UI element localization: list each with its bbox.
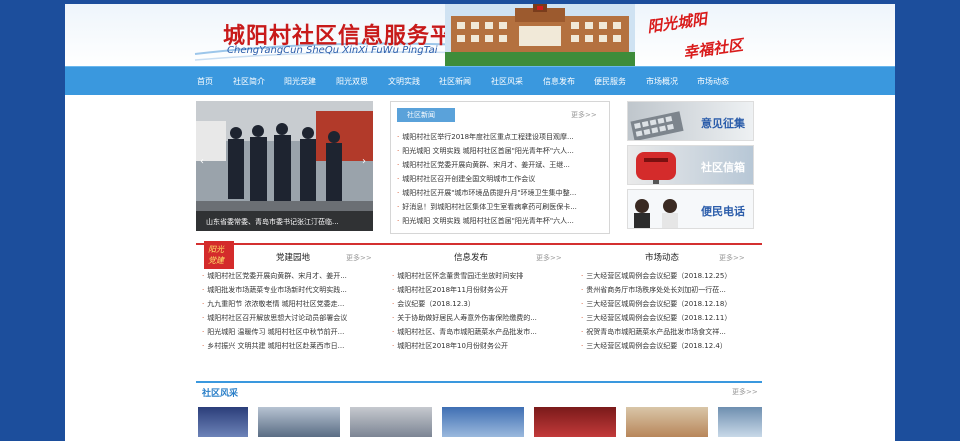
opinion-collection-label: 意见征集 bbox=[701, 117, 745, 130]
three-column-section: 阳光 党建 党建园地 更多>> 城阳村社区党委开展向黄群、宋月才、姜开... 城… bbox=[196, 241, 762, 365]
scenery-divider bbox=[196, 381, 762, 383]
list-item[interactable]: 城阳村社区2018年11月份财务公开 bbox=[392, 285, 568, 299]
slogan-line-1: 阳光城阳 bbox=[646, 9, 709, 37]
list-item[interactable]: 城阳批发市场蔬菜专业市场新时代文明实践... bbox=[202, 285, 377, 299]
list-item[interactable]: 城阳村社区党委开展向黄群、宋月才、姜开斌、王继... bbox=[397, 160, 602, 174]
list-item[interactable]: 三大经营区城周例会会议纪要（2018.12.25） bbox=[581, 271, 761, 285]
nav-item-community-style[interactable]: 社区风采 bbox=[491, 76, 523, 87]
info-column: 信息发布 更多>> 城阳村社区怀念董贵雪园迁坐放时间安排 城阳村社区2018年1… bbox=[388, 245, 574, 365]
list-item[interactable]: 三大经营区城周例会会议纪要（2018.12.4） bbox=[581, 341, 761, 355]
opinion-collection-link[interactable]: 意见征集 bbox=[627, 101, 754, 141]
news-more-link[interactable]: 更多>> bbox=[571, 110, 597, 120]
list-item[interactable]: 三大经营区城周例会会议纪要（2018.12.18） bbox=[581, 299, 761, 313]
list-item[interactable]: 阳光城阳 温暖传习 城阳村社区中秋节前开... bbox=[202, 327, 377, 341]
operator-icon bbox=[634, 199, 678, 228]
news-list: 城阳村社区举行2018年度社区重点工程建设项目观摩... 阳光城阳 文明实践 城… bbox=[397, 132, 602, 230]
scenery-thumbnail[interactable] bbox=[350, 407, 432, 437]
nav-item-community-news[interactable]: 社区新闻 bbox=[439, 76, 471, 87]
list-item[interactable]: 城阳村社区召开创建全国文明城市工作会议 bbox=[397, 174, 602, 188]
list-item[interactable]: 阳光城阳 文明实践 城阳村社区首届"阳光青年杯"六人... bbox=[397, 146, 602, 160]
building-image bbox=[445, 4, 635, 66]
slogan: 阳光城阳 幸福社区 bbox=[646, 10, 777, 64]
market-list: 三大经营区城周例会会议纪要（2018.12.25） 贵州省商务厅市场秩序处处长刘… bbox=[581, 271, 761, 355]
market-column-title: 市场动态 bbox=[645, 253, 680, 263]
list-item[interactable]: 城阳村社区、青岛市城阳蔬菜水产品批发市... bbox=[392, 327, 568, 341]
nav-item-market-overview[interactable]: 市场概况 bbox=[646, 76, 678, 87]
list-item[interactable]: 祝贺青岛市城阳蔬菜水产品批发市场食文祥... bbox=[581, 327, 761, 341]
nav-item-convenience[interactable]: 便民服务 bbox=[594, 76, 626, 87]
list-item[interactable]: 城阳村社区党委开展向黄群、宋月才、姜开... bbox=[202, 271, 377, 285]
list-item[interactable]: 城阳村社区开展"城市环境品质提升月"环境卫生集中整... bbox=[397, 188, 602, 202]
party-column-title: 党建园地 bbox=[276, 253, 311, 263]
party-more-link[interactable]: 更多>> bbox=[346, 253, 372, 263]
main-nav: 首页 社区简介 阳光党建 阳光双思 文明实践 社区新闻 社区风采 信息发布 便民… bbox=[65, 66, 895, 95]
nav-item-home[interactable]: 首页 bbox=[197, 76, 213, 87]
service-phone-label: 便民电话 bbox=[701, 205, 745, 218]
info-more-link[interactable]: 更多>> bbox=[536, 253, 562, 263]
site-banner: 城阳村社区信息服务平台 ChengYangCun SheQu XinXi FuW… bbox=[65, 4, 895, 66]
info-column-title: 信息发布 bbox=[454, 253, 489, 263]
scenery-thumbnail[interactable] bbox=[626, 407, 708, 437]
list-item[interactable]: 关于协助做好居民人寿意外伤害保险缴费的... bbox=[392, 313, 568, 327]
party-list: 城阳村社区党委开展向黄群、宋月才、姜开... 城阳批发市场蔬菜专业市场新时代文明… bbox=[202, 271, 377, 355]
scenery-title: 社区风采 bbox=[202, 389, 239, 399]
list-item[interactable]: 九九重阳节 浓浓敬老情 城阳村社区党委走... bbox=[202, 299, 377, 313]
scenery-thumbnail[interactable] bbox=[198, 407, 248, 437]
community-mailbox-link[interactable]: 社区信箱 bbox=[627, 145, 754, 185]
market-more-link[interactable]: 更多>> bbox=[719, 253, 745, 263]
list-item[interactable]: 三大经营区城周例会会议纪要（2018.12.11） bbox=[581, 313, 761, 327]
market-column: 市场动态 更多>> 三大经营区城周例会会议纪要（2018.12.25） 贵州省商… bbox=[579, 245, 762, 365]
community-mailbox-label: 社区信箱 bbox=[701, 161, 745, 174]
scenery-thumbnail[interactable] bbox=[442, 407, 524, 437]
news-box: 社区新闻 更多>> 城阳村社区举行2018年度社区重点工程建设项目观摩... 阳… bbox=[390, 101, 610, 234]
info-list: 城阳村社区怀念董贵雪园迁坐放时间安排 城阳村社区2018年11月份财务公开 会议… bbox=[392, 271, 568, 355]
list-item[interactable]: 贵州省商务厅市场秩序处处长刘加初一行莅... bbox=[581, 285, 761, 299]
community-scenery-section: 社区风采 更多>> bbox=[196, 381, 762, 441]
slider-prev-arrow[interactable]: ‹ bbox=[200, 156, 204, 167]
slider-next-arrow[interactable]: › bbox=[362, 156, 366, 167]
nav-item-community-intro[interactable]: 社区简介 bbox=[233, 76, 265, 87]
main-content: ‹ › 山东省委常委、青岛市委书记张江汀莅临... 社区新闻 更多>> 城阳村社… bbox=[196, 99, 762, 441]
scenery-thumbnail[interactable] bbox=[258, 407, 340, 437]
list-item[interactable]: 阳光城阳 文明实践 城阳村社区首届"阳光青年杯"六人... bbox=[397, 216, 602, 230]
party-badge: 阳光 党建 bbox=[204, 241, 234, 269]
nav-item-civilized-practice[interactable]: 文明实践 bbox=[388, 76, 420, 87]
list-item[interactable]: 会议纪要（2018.12.3） bbox=[392, 299, 568, 313]
list-item[interactable]: 城阳村社区2018年10月份财务公开 bbox=[392, 341, 568, 355]
photo-slider[interactable]: ‹ › 山东省委常委、青岛市委书记张江汀莅临... bbox=[196, 101, 373, 231]
nav-item-sunshine-double[interactable]: 阳光双思 bbox=[336, 76, 368, 87]
service-phone-link[interactable]: 便民电话 bbox=[627, 189, 754, 229]
nav-item-sunshine-party[interactable]: 阳光党建 bbox=[284, 76, 316, 87]
mailbox-icon bbox=[636, 152, 676, 184]
list-item[interactable]: 城阳村社区怀念董贵雪园迁坐放时间安排 bbox=[392, 271, 568, 285]
list-item[interactable]: 城阳村社区举行2018年度社区重点工程建设项目观摩... bbox=[397, 132, 602, 146]
scenery-thumbnail[interactable] bbox=[534, 407, 616, 437]
nav-item-market-news[interactable]: 市场动态 bbox=[697, 76, 729, 87]
scenery-more-link[interactable]: 更多>> bbox=[732, 387, 758, 397]
news-tab[interactable]: 社区新闻 bbox=[397, 108, 455, 122]
page-container: 城阳村社区信息服务平台 ChengYangCun SheQu XinXi FuW… bbox=[65, 4, 895, 441]
site-title-pinyin: ChengYangCun SheQu XinXi FuWu PingTai bbox=[227, 45, 438, 56]
scenery-thumbnail[interactable] bbox=[718, 407, 762, 437]
slider-caption[interactable]: 山东省委常委、青岛市委书记张江汀莅临... bbox=[196, 211, 373, 231]
party-column: 阳光 党建 党建园地 更多>> 城阳村社区党委开展向黄群、宋月才、姜开... 城… bbox=[196, 241, 382, 365]
keyboard-icon bbox=[630, 111, 684, 140]
nav-item-info-release[interactable]: 信息发布 bbox=[543, 76, 575, 87]
list-item[interactable]: 好消息！到城阳村社区集体卫生室看病拿药可刷医保卡... bbox=[397, 202, 602, 216]
list-item[interactable]: 城阳村社区召开解放思想大讨论动员部署会议 bbox=[202, 313, 377, 327]
slogan-line-2: 幸福社区 bbox=[682, 35, 745, 63]
list-item[interactable]: 乡村振兴 文明共建 城阳村社区赴莱西市日... bbox=[202, 341, 377, 355]
